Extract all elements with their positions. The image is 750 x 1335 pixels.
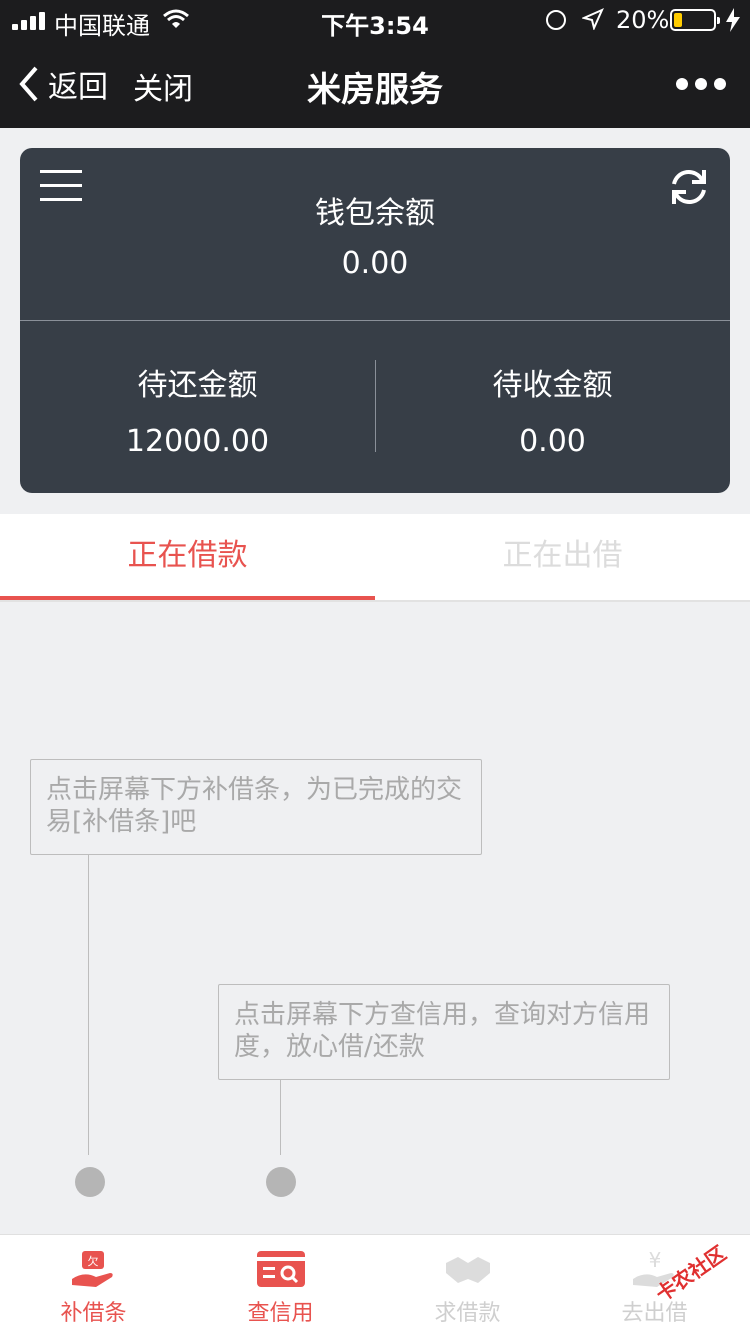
location-icon [582,8,604,30]
tab-lending[interactable]: 正在出借 [375,514,750,600]
bottom-label-lend: 去出借 [621,1301,688,1326]
tab-bar: 正在借款 正在出借 [0,514,750,602]
battery-icon [670,9,720,31]
to-repay-value: 12000.00 [125,424,270,459]
guide-tip-iou: 点击屏幕下方补借条，为已完成的交易[补借条]吧 [30,759,482,855]
more-icon[interactable] [676,78,726,92]
nav-bar: 返回 关闭 米房服务 [0,40,750,128]
to-repay-section[interactable]: 待还金额 12000.00 [20,360,375,459]
bottom-label-borrow-request: 求借款 [434,1301,501,1326]
bottom-item-iou[interactable]: 欠 补借条 [0,1235,187,1335]
orientation-lock-icon [546,10,566,30]
charging-icon [726,8,740,32]
to-collect-label: 待收金额 [492,368,613,403]
guide-dot-credit [266,1167,296,1197]
active-tab-indicator [0,596,375,600]
wallet-balance-label: 钱包余额 [315,196,435,231]
svg-text:¥: ¥ [649,1249,662,1272]
battery-percent: 20% [616,6,670,34]
wallet-card: 钱包余额 0.00 待还金额 12000.00 待收金额 0.00 [20,148,730,493]
bottom-item-credit[interactable]: 查信用 [187,1235,374,1335]
svg-text:欠: 欠 [88,1254,99,1268]
card-divider [20,320,730,321]
page-title: 米房服务 [307,70,443,110]
wallet-balance-value: 0.00 [341,246,409,281]
iou-icon: 欠 [72,1251,113,1287]
guide-line-credit [280,1080,281,1155]
guide-tip-credit: 点击屏幕下方查信用，查询对方信用度，放心借/还款 [218,984,670,1080]
to-collect-section[interactable]: 待收金额 0.00 [375,360,730,459]
bottom-label-iou: 补借条 [60,1301,127,1326]
guide-line-iou [88,855,89,1155]
tab-borrowing[interactable]: 正在借款 [0,514,375,600]
bottom-tab-bar: 欠 补借条 查信用 求借款 ¥ 去出借 [0,1234,750,1335]
guide-dot-iou [75,1167,105,1197]
to-repay-label: 待还金额 [137,368,258,403]
bottom-item-borrow-request[interactable]: 求借款 [374,1235,561,1335]
credit-check-icon [257,1251,305,1287]
handshake-icon [446,1257,490,1283]
status-bar: 中国联通 下午3:54 20% [0,0,750,40]
to-collect-value: 0.00 [519,424,586,459]
bottom-label-credit: 查信用 [247,1301,314,1326]
